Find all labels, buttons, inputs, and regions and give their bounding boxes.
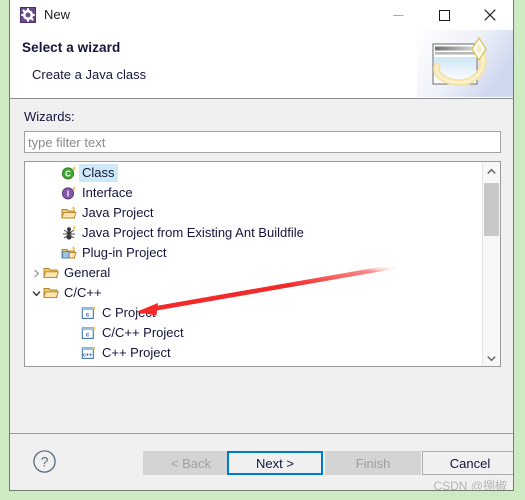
java-class-icon: C <box>61 165 77 181</box>
svg-text:c++: c++ <box>83 353 92 359</box>
svg-text:?: ? <box>41 454 49 470</box>
page-description: Create a Java class <box>32 67 147 82</box>
svg-text:C: C <box>65 170 71 179</box>
scrollbar-thumb[interactable] <box>484 183 499 236</box>
tree-item-c-cpp-project[interactable]: c C/C++ Project <box>25 323 482 343</box>
plugin-project-icon <box>61 245 77 261</box>
tree-item-cpp-project[interactable]: c++ C++ Project <box>25 343 482 363</box>
tree-item-plugin-project[interactable]: Plug-in Project <box>25 243 482 263</box>
c-project-icon: c <box>81 325 97 341</box>
tree-item-label: C Project <box>102 305 156 320</box>
chevron-right-icon[interactable] <box>29 269 43 278</box>
scroll-up-button[interactable] <box>483 162 500 179</box>
help-icon[interactable]: ? <box>32 449 57 474</box>
close-icon <box>484 9 496 21</box>
tree-item-label: Interface <box>82 185 133 200</box>
wizard-tree-list[interactable]: C Class I Interface Java Project Java Pr… <box>25 163 482 366</box>
java-interface-icon: I <box>61 185 77 201</box>
wizards-label: Wizards: <box>24 109 75 124</box>
maximize-icon <box>438 9 450 21</box>
wizard-header: Select a wizard Create a Java class <box>10 30 513 99</box>
dialog-body: Wizards: C Class <box>10 99 513 490</box>
page-title: Select a wizard <box>22 40 121 55</box>
chevron-up-icon <box>487 162 496 180</box>
title-bar: New <box>10 0 513 30</box>
cpp-project-icon: c++ <box>81 345 97 361</box>
finish-button[interactable]: Finish <box>325 451 421 475</box>
chevron-down-icon[interactable] <box>29 289 43 298</box>
next-button[interactable]: Next > <box>227 451 323 475</box>
tree-item-label: C++ Project <box>102 345 171 360</box>
watermark: CSDN @捌椒 <box>433 479 507 491</box>
tree-item-label: Class <box>79 164 118 182</box>
tree-item-label: Java Project <box>82 205 154 220</box>
folder-icon <box>43 285 59 301</box>
close-button[interactable] <box>467 0 513 30</box>
back-button[interactable]: < Back <box>143 451 239 475</box>
tree-item-general[interactable]: General <box>25 263 482 283</box>
folder-icon <box>43 265 59 281</box>
cancel-button[interactable]: Cancel <box>422 451 513 475</box>
chevron-down-icon <box>487 349 496 367</box>
tree-item-label: Java Project from Existing Ant Buildfile <box>82 225 304 240</box>
tree-item-ant-buildfile[interactable]: Java Project from Existing Ant Buildfile <box>25 223 482 243</box>
filter-input[interactable] <box>24 131 501 153</box>
eclipse-wizard-icon <box>20 7 36 23</box>
minimize-button[interactable] <box>375 0 421 30</box>
tree-item-label: C/C++ Project <box>102 325 184 340</box>
svg-text:I: I <box>67 190 69 199</box>
scroll-down-button[interactable] <box>483 349 500 366</box>
new-wizard-dialog: New Select a wizard Create a Java class … <box>9 0 514 491</box>
svg-text:c: c <box>86 312 90 319</box>
tree-item-label: General <box>64 265 111 280</box>
tree-scrollbar[interactable] <box>482 162 500 366</box>
minimize-icon <box>393 10 404 21</box>
wizard-tree-panel[interactable]: C Class I Interface Java Project Java Pr… <box>24 161 501 367</box>
window-title: New <box>44 7 71 22</box>
wizard-banner-icon <box>417 30 513 97</box>
tree-item-interface[interactable]: I Interface <box>25 183 482 203</box>
tree-item-label: C/C++ <box>64 285 102 300</box>
tree-item-class[interactable]: C Class <box>25 163 482 183</box>
footer-separator <box>10 433 513 434</box>
tree-item-c-cpp-group[interactable]: C/C++ <box>25 283 482 303</box>
tree-item-c-project[interactable]: c C Project <box>25 303 482 323</box>
svg-text:c: c <box>86 332 90 339</box>
tree-item-label: Plug-in Project <box>82 245 167 260</box>
ant-buildfile-icon <box>61 225 77 241</box>
tree-item-java-project[interactable]: Java Project <box>25 203 482 223</box>
maximize-button[interactable] <box>421 0 467 30</box>
c-project-icon: c <box>81 305 97 321</box>
java-project-icon <box>61 205 77 221</box>
